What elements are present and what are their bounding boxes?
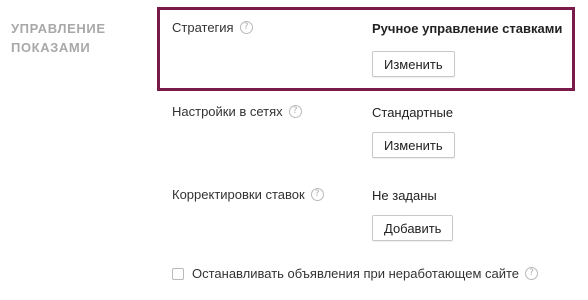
networks-label-group: Настройки в сетях ? <box>172 104 302 119</box>
help-icon[interactable]: ? <box>288 105 302 118</box>
stop-ads-checkbox[interactable] <box>172 267 184 280</box>
help-icon[interactable]: ? <box>525 267 539 280</box>
add-bid-adjustment-button[interactable]: Добавить <box>372 215 454 241</box>
change-strategy-button[interactable]: Изменить <box>372 51 455 77</box>
stop-ads-label[interactable]: Останавливать объявления при неработающе… <box>192 266 519 281</box>
strategy-label: Стратегия <box>172 20 234 35</box>
networks-value: Стандартные <box>372 105 454 120</box>
help-icon[interactable]: ? <box>239 21 253 34</box>
bid-adjustments-value: Не заданы <box>372 188 437 203</box>
help-icon[interactable]: ? <box>310 188 324 201</box>
bid-adjustments-label: Корректировки ставок <box>172 187 305 202</box>
bid-adjustments-label-group: Корректировки ставок ? <box>172 187 324 202</box>
change-networks-button[interactable]: Изменить <box>372 132 455 158</box>
section-title: Управление показами <box>11 21 106 55</box>
strategy-label-group: Стратегия ? <box>172 20 253 35</box>
networks-label: Настройки в сетях <box>172 104 283 119</box>
strategy-value: Ручное управление ставками <box>372 21 563 36</box>
stop-ads-option[interactable]: Останавливать объявления при неработающе… <box>172 266 539 281</box>
